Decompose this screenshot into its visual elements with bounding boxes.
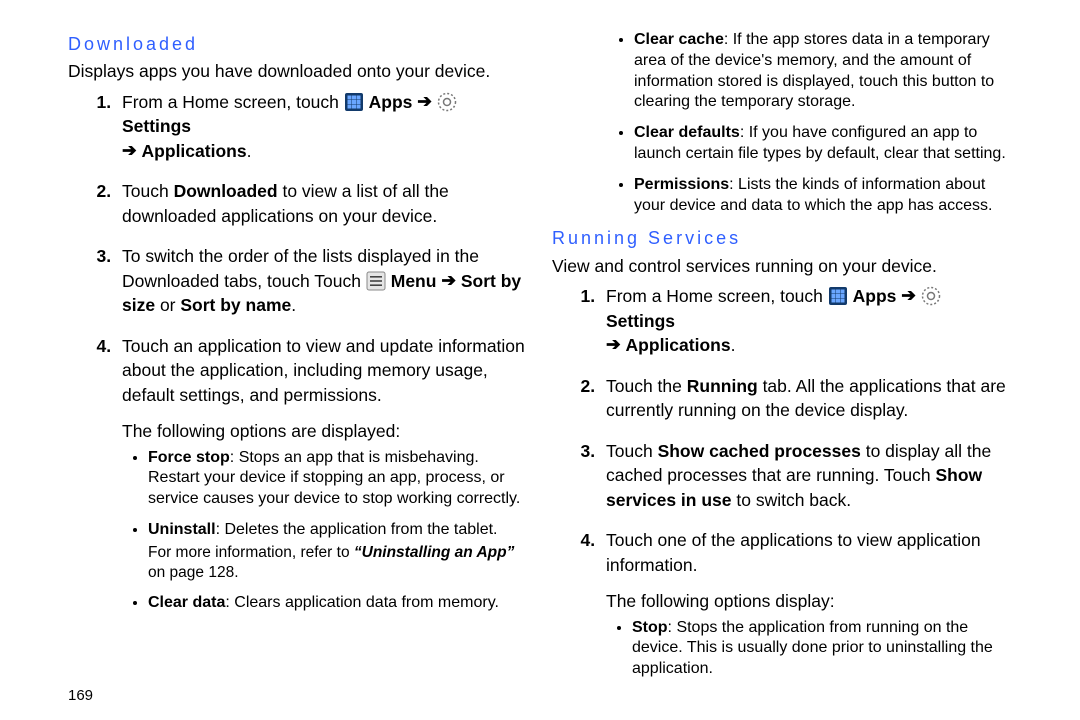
step-4: Touch an application to view and update … xyxy=(116,334,528,614)
r-applications-label: Applications xyxy=(626,335,731,355)
clearcache-label: Clear cache xyxy=(634,31,724,48)
apps-label: Apps xyxy=(369,92,413,112)
option-force-stop: Force stop: Stops an app that is misbeha… xyxy=(148,448,528,510)
arrow-icon: ➔ xyxy=(441,268,456,293)
ref-c: on page 128. xyxy=(148,564,239,581)
option-clear-data: Clear data: Clears application data from… xyxy=(148,593,528,614)
options-list: Force stop: Stops an app that is misbeha… xyxy=(126,448,528,614)
uninstall-ref: For more information, refer to “Uninstal… xyxy=(148,543,528,583)
step3-dot: . xyxy=(291,295,296,315)
step-3: To switch the order of the lists display… xyxy=(116,244,528,318)
r-step-3: Touch Show cached processes to display a… xyxy=(600,439,1012,513)
step-2: Touch Downloaded to view a list of all t… xyxy=(116,179,528,228)
r-step3-a: Touch xyxy=(606,441,658,461)
arrow-icon: ➔ xyxy=(606,332,621,357)
menu-icon xyxy=(366,271,386,291)
downloaded-intro: Displays apps you have downloaded onto y… xyxy=(68,59,528,84)
stop-label: Stop xyxy=(632,619,668,636)
force-stop-label: Force stop xyxy=(148,449,230,466)
r-options-list: Stop: Stops the application from running… xyxy=(610,618,1012,680)
arrow-icon: ➔ xyxy=(901,283,916,308)
heading-running-services: Running Services xyxy=(552,226,1012,251)
step2-text-b: Downloaded xyxy=(174,181,278,201)
uninstall-text: : Deletes the application from the table… xyxy=(216,521,498,538)
r-apps-label: Apps xyxy=(853,286,897,306)
r-options-intro: The following options display: xyxy=(606,589,1012,614)
uninstall-label: Uninstall xyxy=(148,521,216,538)
option-clear-cache: Clear cache: If the app stores data in a… xyxy=(634,30,1012,113)
applications-label: Applications xyxy=(142,141,247,161)
settings-icon xyxy=(437,92,457,112)
r-settings-label: Settings xyxy=(606,311,675,331)
r-step-1: From a Home screen, touch Apps ➔ Setting… xyxy=(600,284,1012,358)
settings-label: Settings xyxy=(122,116,191,136)
sortname-label: Sort by name xyxy=(180,295,291,315)
r-step2-a: Touch the xyxy=(606,376,687,396)
step4-text: Touch an application to view and update … xyxy=(122,336,525,405)
running-intro: View and control services running on you… xyxy=(552,254,1012,279)
arrow-icon: ➔ xyxy=(122,138,137,163)
right-column: Clear cache: If the app stores data in a… xyxy=(540,24,1040,712)
step-1: From a Home screen, touch Apps ➔ Setting… xyxy=(116,90,528,164)
option-permissions: Permissions: Lists the kinds of informat… xyxy=(634,175,1012,217)
page: Downloaded Displays apps you have downlo… xyxy=(0,0,1080,720)
option-uninstall: Uninstall: Deletes the application from … xyxy=(148,520,528,583)
menu-label: Menu xyxy=(391,271,437,291)
options-intro: The following options are displayed: xyxy=(122,419,528,444)
r-step3-e: to switch back. xyxy=(732,490,852,510)
r-step1-pretext: From a Home screen, touch xyxy=(606,286,828,306)
step3-or: or xyxy=(155,295,180,315)
cleardefaults-label: Clear defaults xyxy=(634,124,740,141)
running-steps: From a Home screen, touch Apps ➔ Setting… xyxy=(552,284,1012,680)
left-column: Downloaded Displays apps you have downlo… xyxy=(40,24,540,712)
settings-icon xyxy=(921,286,941,306)
cleardata-label: Clear data xyxy=(148,594,225,611)
permissions-label: Permissions xyxy=(634,176,729,193)
stop-text: : Stops the application from running on … xyxy=(632,619,993,678)
heading-downloaded: Downloaded xyxy=(68,32,528,57)
option-clear-defaults: Clear defaults: If you have configured a… xyxy=(634,123,1012,165)
apps-icon xyxy=(344,92,364,112)
step1-pretext: From a Home screen, touch xyxy=(122,92,344,112)
ref-b: “Uninstalling an App” xyxy=(354,544,514,561)
r-step-2: Touch the Running tab. All the applicati… xyxy=(600,374,1012,423)
page-number: 169 xyxy=(68,685,93,706)
r-step-4: Touch one of the applications to view ap… xyxy=(600,528,1012,680)
downloaded-steps: From a Home screen, touch Apps ➔ Setting… xyxy=(68,90,528,614)
cleardata-text: : Clears application data from memory. xyxy=(225,594,499,611)
step2-text-a: Touch xyxy=(122,181,174,201)
r-step4-text: Touch one of the applications to view ap… xyxy=(606,530,981,575)
apps-icon xyxy=(828,286,848,306)
r-step3-b: Show cached processes xyxy=(658,441,861,461)
continued-options: Clear cache: If the app stores data in a… xyxy=(612,30,1012,216)
r-step2-b: Running xyxy=(687,376,758,396)
arrow-icon: ➔ xyxy=(417,89,432,114)
option-stop: Stop: Stops the application from running… xyxy=(632,618,1012,680)
ref-a: For more information, refer to xyxy=(148,544,354,561)
